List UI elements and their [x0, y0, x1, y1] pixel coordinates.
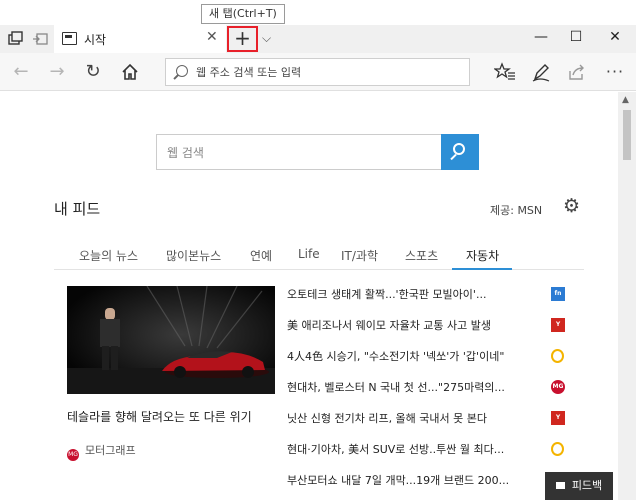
hero-source-name: 모터그래프 [85, 444, 136, 457]
web-search-input[interactable] [167, 144, 427, 162]
close-window-button[interactable]: ✕ [600, 29, 630, 45]
share-icon[interactable] [566, 61, 588, 83]
news-title[interactable]: 부산모터쇼 내달 7일 개막...19개 브랜드 200... [287, 472, 537, 488]
gear-icon[interactable]: ⚙ [563, 195, 580, 217]
minimize-button[interactable]: — [526, 29, 556, 45]
news-list: 오토테크 생태계 활짝...'한국판 모빌아이'... fn 美 애리조나서 웨… [287, 280, 569, 497]
scroll-thumb[interactable] [623, 110, 631, 160]
tab-bar: 시작 ✕ ⌵ — ☐ ✕ [0, 25, 636, 53]
list-item[interactable]: 美 애리조나서 웨이모 자율차 교통 사고 발생 Y [287, 311, 569, 342]
feedback-button[interactable]: 피드백 [545, 472, 613, 500]
tab-title: 시작 [84, 33, 107, 47]
page-icon [62, 32, 77, 45]
list-item[interactable]: 현대차, 벨로스터 N 국내 첫 선..."275마력의... MG [287, 373, 569, 404]
tab-close-icon[interactable]: ✕ [206, 29, 218, 45]
hero-photo [67, 286, 275, 394]
news-title[interactable]: 현대차, 벨로스터 N 국내 첫 선..."275마력의... [287, 379, 537, 395]
web-search-box[interactable] [156, 134, 479, 170]
search-icon [176, 65, 188, 77]
tab-entertainment[interactable]: 연예 [250, 247, 272, 264]
address-input[interactable] [196, 63, 456, 81]
yonhap-icon: Y [551, 411, 565, 425]
list-item[interactable]: 부산모터쇼 내달 7일 개막...19개 브랜드 200... Y [287, 466, 569, 497]
tab-preview-chevron-icon[interactable]: ⌵ [262, 31, 271, 46]
search-icon [453, 143, 465, 155]
hero-image[interactable] [67, 286, 275, 394]
feed-title: 내 피드 [54, 200, 101, 218]
active-tab-indicator [452, 268, 512, 270]
motorgraph-icon: MG [67, 449, 79, 461]
news-title[interactable]: 4人4色 시승기, "수소전기차 '넥쏘'가 '갑'이네" [287, 348, 537, 364]
new-tab-tooltip: 새 탭(Ctrl+T) [201, 4, 285, 24]
hero-source: MG 모터그래프 [67, 442, 136, 461]
news-title[interactable]: 닛산 신형 전기차 리프, 올해 국내서 못 본다 [287, 410, 537, 426]
feed-category-tabs: 오늘의 뉴스 많이본뉴스 연예 Life IT/과학 스포츠 자동차 [54, 240, 584, 270]
tab-it-science[interactable]: IT/과학 [341, 247, 378, 264]
list-item[interactable]: 닛산 신형 전기차 리프, 올해 국내서 못 본다 Y [287, 404, 569, 435]
more-options-icon[interactable]: ··· [604, 61, 626, 83]
tab-most-viewed[interactable]: 많이본뉴스 [166, 247, 221, 264]
tabs-aside-icon[interactable] [32, 31, 48, 47]
ring-icon [551, 442, 564, 456]
hero-caption[interactable]: 테슬라를 향해 달려오는 또 다른 위기 [67, 408, 252, 425]
navigation-bar: ← → ↻ ··· [0, 53, 636, 91]
back-button[interactable]: ← [10, 61, 32, 83]
new-tab-button[interactable]: + [227, 26, 258, 52]
web-search-button[interactable] [441, 134, 479, 170]
address-bar[interactable] [165, 58, 470, 86]
tab-start[interactable]: 시작 ✕ [54, 25, 226, 53]
pen-icon[interactable] [530, 61, 552, 83]
news-title[interactable]: 美 애리조나서 웨이모 자율차 교통 사고 발생 [287, 317, 537, 333]
list-item[interactable]: 현대·기아차, 美서 SUV로 선방..투싼 월 최다... [287, 435, 569, 466]
list-item[interactable]: 오토테크 생태계 활짝...'한국판 모빌아이'... fn [287, 280, 569, 311]
tab-today-news[interactable]: 오늘의 뉴스 [79, 247, 138, 264]
favorites-star-icon[interactable] [494, 61, 516, 83]
feed-provider: 제공: MSN [490, 204, 543, 217]
tab-life[interactable]: Life [298, 247, 320, 261]
feedback-label: 피드백 [571, 479, 603, 492]
scroll-up-icon[interactable]: ▲ [622, 95, 629, 105]
ring-icon [551, 349, 564, 363]
tab-automobile[interactable]: 자동차 [466, 247, 499, 264]
tab-sports[interactable]: 스포츠 [405, 247, 438, 264]
fn-icon: fn [551, 287, 565, 301]
maximize-button[interactable]: ☐ [561, 29, 591, 45]
home-icon[interactable] [119, 61, 141, 83]
news-title[interactable]: 오토테크 생태계 활짝...'한국판 모빌아이'... [287, 286, 537, 302]
news-title[interactable]: 현대·기아차, 美서 SUV로 선방..투싼 월 최다... [287, 441, 537, 457]
forward-button[interactable]: → [46, 61, 68, 83]
vertical-scrollbar[interactable]: ▲ [618, 92, 636, 500]
tab-set-aside-icon[interactable] [8, 31, 24, 47]
list-item[interactable]: 4人4色 시승기, "수소전기차 '넥쏘'가 '갑'이네" [287, 342, 569, 373]
motorgraph-icon: MG [551, 380, 565, 394]
yonhap-icon: Y [551, 318, 565, 332]
refresh-button[interactable]: ↻ [82, 61, 104, 83]
new-tab-page: 내 피드 제공: MSN ⚙ 오늘의 뉴스 많이본뉴스 연예 Life IT/과… [0, 92, 618, 500]
message-icon [555, 482, 565, 489]
